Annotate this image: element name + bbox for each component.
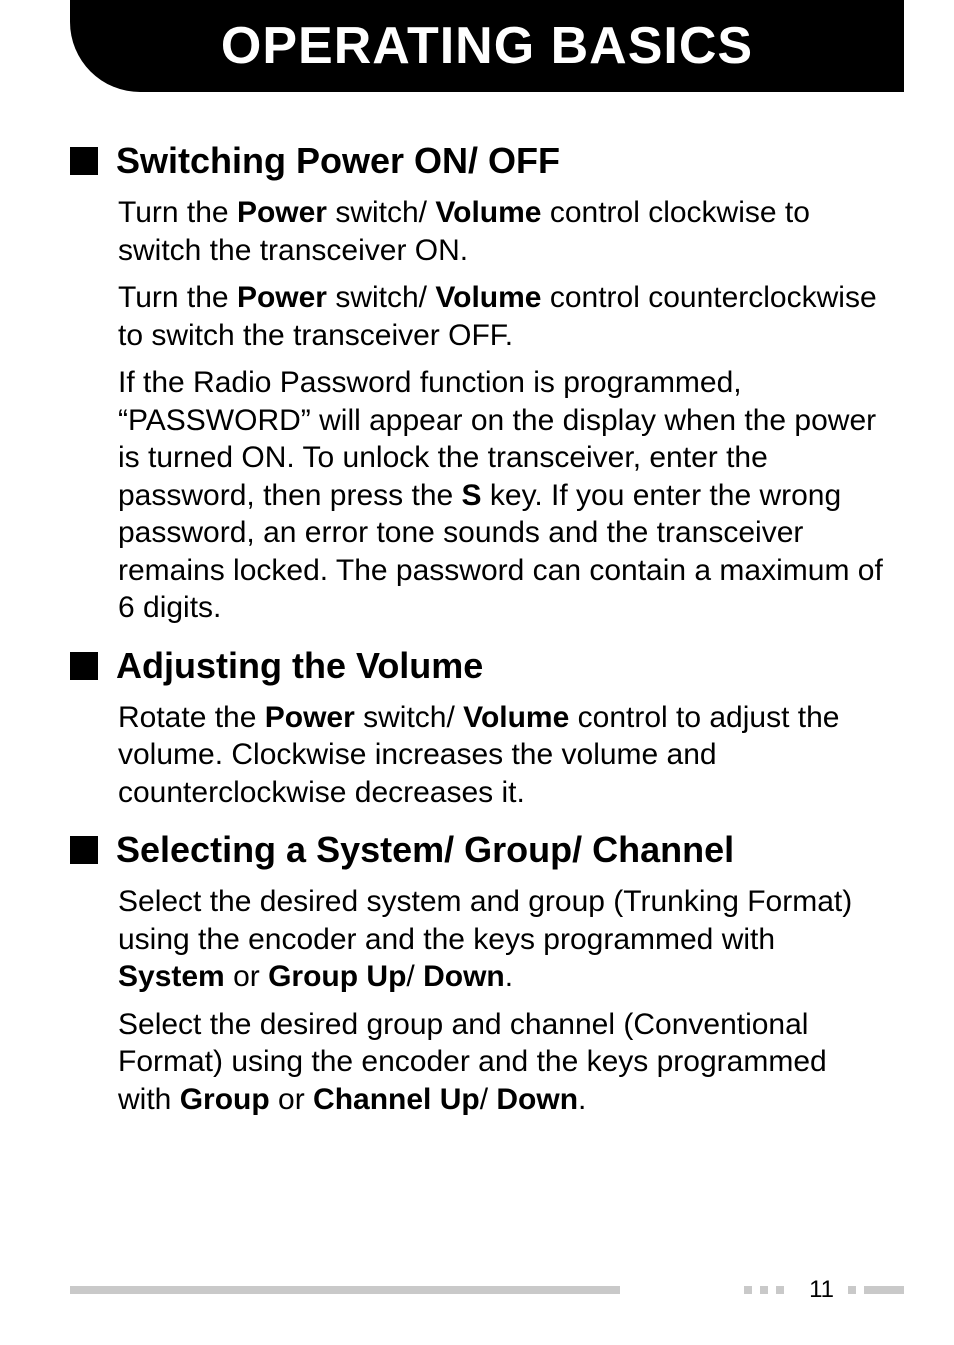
paragraph: Select the desired group and channel (Co… <box>118 1006 884 1119</box>
header-bar: OPERATING BASICS <box>70 0 904 92</box>
section-title: Selecting a System/ Group/ Channel <box>116 829 734 871</box>
square-dot-icon <box>744 1286 752 1294</box>
section-title: Switching Power ON/ OFF <box>116 140 560 182</box>
square-bullet-icon <box>70 147 98 175</box>
paragraph: Turn the Power switch/ Volume control co… <box>118 279 884 354</box>
content-area: Switching Power ON/ OFF Turn the Power s… <box>0 92 954 1118</box>
page-title: OPERATING BASICS <box>70 16 904 76</box>
footer-decoration-right <box>848 1286 904 1294</box>
section-title: Adjusting the Volume <box>116 645 483 687</box>
footer: 11 <box>70 1280 904 1300</box>
footer-decoration-squares <box>744 1286 784 1294</box>
square-bullet-icon <box>70 652 98 680</box>
square-dot-icon <box>776 1286 784 1294</box>
paragraph: Rotate the Power switch/ Volume control … <box>118 699 884 812</box>
paragraph: Select the desired system and group (Tru… <box>118 883 884 996</box>
footer-decoration-left <box>70 1286 620 1294</box>
paragraph: Turn the Power switch/ Volume control cl… <box>118 194 884 269</box>
bar-icon <box>864 1286 904 1294</box>
header-wrap: OPERATING BASICS <box>0 0 954 92</box>
page-number: 11 <box>809 1276 834 1304</box>
square-dot-icon <box>848 1286 856 1294</box>
paragraph: If the Radio Password function is progra… <box>118 364 884 627</box>
section-heading: Switching Power ON/ OFF <box>70 140 884 182</box>
section-heading: Selecting a System/ Group/ Channel <box>70 829 884 871</box>
square-dot-icon <box>760 1286 768 1294</box>
section-heading: Adjusting the Volume <box>70 645 884 687</box>
square-bullet-icon <box>70 836 98 864</box>
manual-page: OPERATING BASICS Switching Power ON/ OFF… <box>0 0 954 1345</box>
